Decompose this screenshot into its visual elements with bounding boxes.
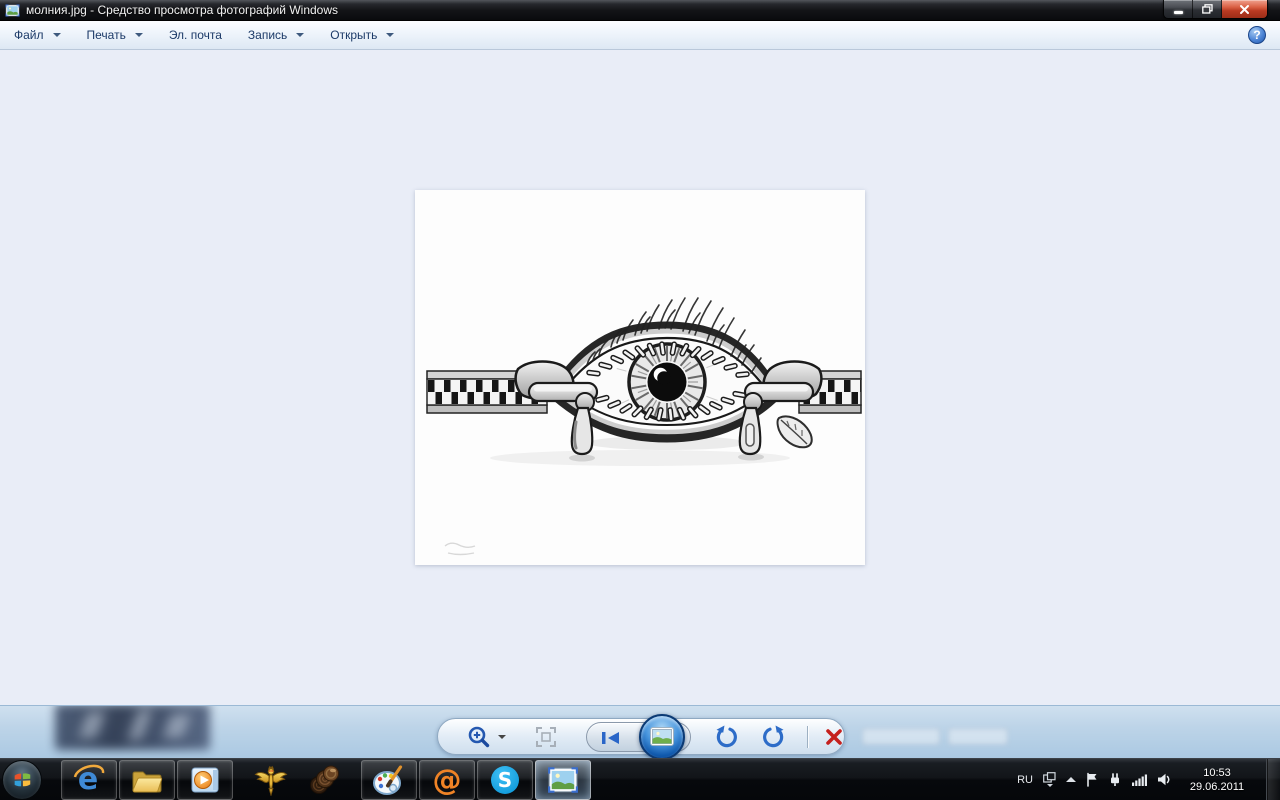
restore-button[interactable] — [1193, 0, 1222, 18]
taskbar-skype[interactable]: S — [477, 759, 533, 800]
window-title: молния.jpg - Средство просмотра фотограф… — [26, 3, 339, 17]
navigation-group — [586, 713, 692, 758]
chevron-down-icon — [1046, 784, 1053, 787]
taskbar-clock[interactable]: 10:53 29.06.2011 — [1182, 766, 1252, 794]
rotate-counterclockwise-button[interactable] — [713, 724, 739, 750]
windows-logo-icon — [14, 772, 31, 786]
close-button[interactable] — [1222, 0, 1267, 18]
menu-open-label: Открыть — [330, 28, 378, 42]
taskbar-paint-app[interactable] — [361, 759, 417, 800]
minimize-button[interactable] — [1164, 0, 1193, 18]
at-sign-icon: @ — [433, 763, 462, 797]
zoom-button[interactable] — [466, 724, 506, 750]
delete-x-icon — [826, 728, 842, 745]
chevron-down-icon — [134, 33, 143, 37]
slideshow-button[interactable] — [639, 713, 685, 758]
volume-icon[interactable] — [1157, 773, 1172, 786]
photo-viewer-icon — [548, 766, 578, 793]
previous-button[interactable] — [600, 730, 622, 751]
taskbar: e @ S RU 10:53 29.06.2011 — [0, 758, 1280, 800]
background-blur-button — [862, 728, 940, 745]
menu-file-label: Файл — [14, 28, 44, 42]
taskbar-shell-app[interactable] — [299, 760, 351, 800]
menu-burn[interactable]: Запись — [247, 28, 305, 42]
menu-file[interactable]: Файл — [14, 28, 61, 42]
language-indicator[interactable]: RU — [1017, 774, 1033, 786]
chevron-down-icon — [296, 33, 305, 37]
start-button[interactable] — [2, 759, 42, 800]
layout-switcher[interactable] — [1043, 772, 1056, 787]
menu-email[interactable]: Эл. почта — [169, 28, 222, 42]
show-hidden-icons-button[interactable] — [1066, 777, 1076, 782]
actual-size-icon — [536, 726, 556, 747]
background-blur-artifact — [55, 706, 210, 750]
toolbar-divider — [807, 725, 808, 748]
zipper-eye-drawing — [426, 297, 862, 556]
chevron-down-icon — [52, 33, 61, 37]
taskbar-photo-viewer[interactable] — [535, 759, 591, 800]
actual-size-button[interactable] — [536, 726, 556, 747]
rotate-clockwise-button[interactable] — [761, 724, 787, 750]
rotate-clockwise-icon — [763, 725, 784, 747]
window-controls — [1163, 0, 1268, 19]
minimize-icon — [1173, 10, 1183, 14]
folder-icon — [132, 771, 163, 792]
menu-burn-label: Запись — [247, 28, 288, 42]
help-icon: ? — [1253, 28, 1261, 42]
previous-icon — [602, 731, 619, 744]
menu-email-label: Эл. почта — [168, 28, 222, 42]
system-tray: RU 10:53 29.06.2011 — [1017, 758, 1280, 800]
power-plug-icon[interactable] — [1108, 772, 1122, 787]
layout-windows-icon — [1043, 772, 1056, 783]
menu-open[interactable]: Открыть — [330, 28, 395, 42]
network-signal-icon[interactable] — [1132, 773, 1147, 786]
show-desktop-button[interactable] — [1266, 758, 1280, 800]
menu-bar: Файл Печать Эл. почта Запись Открыть ? — [0, 21, 1280, 50]
help-button[interactable]: ? — [1248, 26, 1266, 44]
photo-image — [415, 190, 865, 565]
background-blur-button — [948, 728, 1008, 745]
media-player-icon — [191, 767, 219, 792]
menu-print-label: Печать — [86, 28, 126, 42]
viewer-content — [0, 50, 1280, 705]
title-bar: молния.jpg - Средство просмотра фотограф… — [0, 0, 1280, 21]
delete-button[interactable] — [824, 727, 844, 747]
taskbar-internet-explorer[interactable]: e — [61, 759, 117, 800]
internet-explorer-icon: e — [73, 763, 105, 797]
golden-eagle-icon — [254, 765, 288, 796]
close-icon — [1240, 4, 1249, 14]
skype-icon: S — [491, 765, 519, 794]
svg-text:S: S — [498, 768, 512, 792]
magnifier-plus-icon — [468, 726, 490, 747]
taskbar-mailru-agent[interactable]: @ — [419, 759, 475, 800]
rotate-counterclockwise-icon — [716, 725, 738, 747]
slideshow-icon — [650, 727, 674, 746]
chevron-down-icon — [498, 734, 506, 739]
taskbar-windows-explorer[interactable] — [119, 759, 175, 800]
tray-date: 29.06.2011 — [1189, 780, 1245, 793]
photo-viewer-app-icon — [5, 4, 20, 16]
taskbar-eagle-app[interactable] — [245, 760, 297, 800]
taskbar-media-player[interactable] — [177, 759, 233, 800]
restore-icon — [1201, 4, 1213, 14]
viewer-toolbar — [437, 713, 845, 758]
tray-time: 10:53 — [1203, 766, 1231, 779]
toolbar-band — [0, 705, 1280, 758]
paint-palette-icon — [373, 764, 403, 795]
action-center-flag-icon[interactable] — [1086, 772, 1098, 787]
menu-print[interactable]: Печать — [87, 28, 143, 42]
spiral-shell-icon — [310, 765, 339, 794]
chevron-down-icon — [386, 33, 395, 37]
svg-text:e: e — [78, 763, 98, 797]
svg-text:@: @ — [433, 763, 462, 797]
